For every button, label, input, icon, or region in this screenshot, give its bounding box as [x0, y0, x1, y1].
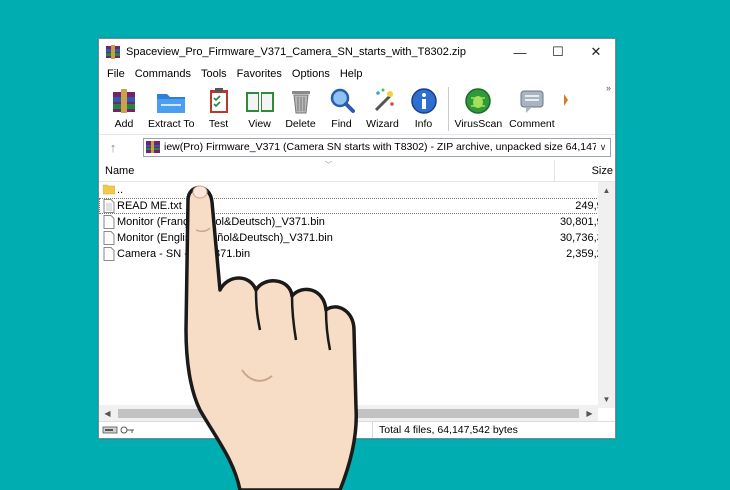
up-folder-button[interactable]: ↑ — [103, 140, 123, 155]
address-field[interactable]: iew(Pro) Firmware_V371 (Camera SN starts… — [143, 137, 611, 157]
sort-caret-icon: ﹀ — [325, 162, 332, 169]
view-label: View — [248, 118, 271, 130]
menu-commands[interactable]: Commands — [130, 68, 196, 80]
menu-favorites[interactable]: Favorites — [232, 68, 287, 80]
title-bar[interactable]: Spaceview_Pro_Firmware_V371_Camera_SN_st… — [99, 39, 615, 65]
partial-tool-icon — [562, 85, 570, 117]
address-bar: ↑ iew(Pro) Firmware_V371 (Camera SN star… — [99, 135, 615, 159]
maximize-button[interactable]: ☐ — [539, 39, 577, 65]
address-text: iew(Pro) Firmware_V371 (Camera SN starts… — [164, 141, 596, 153]
find-label: Find — [331, 118, 352, 130]
test-clipboard-icon — [202, 85, 236, 117]
comment-button[interactable]: Comment — [509, 85, 555, 130]
menu-help[interactable]: Help — [335, 68, 368, 80]
scroll-right-icon[interactable]: ▶ — [581, 409, 598, 418]
file-icon — [103, 231, 115, 245]
trash-icon — [284, 85, 318, 117]
virusscan-label: VirusScan — [454, 118, 503, 130]
add-button[interactable]: Add — [107, 85, 141, 130]
wizard-button[interactable]: Wizard — [366, 85, 400, 130]
extract-folder-icon — [154, 85, 188, 117]
comment-icon — [515, 85, 549, 117]
scroll-left-icon[interactable]: ◀ — [99, 409, 116, 418]
wizard-label: Wizard — [366, 118, 399, 130]
scroll-down-icon[interactable]: ▼ — [598, 391, 615, 408]
test-button[interactable]: Test — [202, 85, 236, 130]
scroll-track[interactable] — [598, 199, 615, 391]
menu-bar: File Commands Tools Favorites Options He… — [99, 65, 615, 83]
window-title: Spaceview_Pro_Firmware_V371_Camera_SN_st… — [126, 46, 466, 58]
find-button[interactable]: Find — [325, 85, 359, 130]
info-icon — [407, 85, 441, 117]
extract-to-label: Extract To — [148, 118, 195, 130]
toolbar: Add Extract To Test View Delete Find Wiz… — [99, 83, 615, 135]
info-label: Info — [414, 118, 433, 130]
vertical-scrollbar[interactable]: ▲ ▼ — [598, 182, 615, 408]
pointing-hand-illustration — [150, 170, 390, 490]
view-button[interactable]: View — [243, 85, 277, 130]
menu-file[interactable]: File — [102, 68, 130, 80]
more-tool-partial[interactable] — [562, 85, 570, 117]
column-size[interactable]: Size — [555, 165, 615, 177]
folder-icon — [102, 183, 116, 197]
toolbar-separator — [447, 87, 449, 131]
add-archive-icon — [107, 85, 141, 117]
virus-scan-icon — [461, 85, 495, 117]
address-dropdown-icon[interactable]: ∨ — [596, 142, 610, 153]
archive-icon — [146, 141, 160, 153]
minimize-button[interactable]: — — [501, 39, 539, 65]
test-label: Test — [208, 118, 229, 130]
view-book-icon — [243, 85, 277, 117]
menu-options[interactable]: Options — [287, 68, 335, 80]
delete-button[interactable]: Delete — [284, 85, 318, 130]
virusscan-button[interactable]: VirusScan — [454, 85, 503, 130]
wand-icon — [366, 85, 400, 117]
status-text: Total 4 files, 64,147,542 bytes — [379, 424, 518, 436]
magnifier-icon — [325, 85, 359, 117]
add-label: Add — [114, 118, 134, 130]
delete-label: Delete — [285, 118, 316, 130]
file-icon — [103, 215, 115, 229]
text-file-icon — [103, 199, 115, 213]
close-button[interactable]: ✕ — [577, 39, 615, 65]
toolbar-overflow-chevron[interactable]: » — [606, 83, 611, 93]
winrar-app-icon — [105, 45, 121, 59]
extract-to-button[interactable]: Extract To — [148, 85, 195, 130]
file-icon — [103, 247, 115, 261]
info-button[interactable]: Info — [407, 85, 441, 130]
drive-key-icon[interactable] — [102, 425, 136, 435]
comment-label: Comment — [509, 118, 555, 130]
menu-tools[interactable]: Tools — [196, 68, 232, 80]
scroll-up-icon[interactable]: ▲ — [598, 182, 615, 199]
